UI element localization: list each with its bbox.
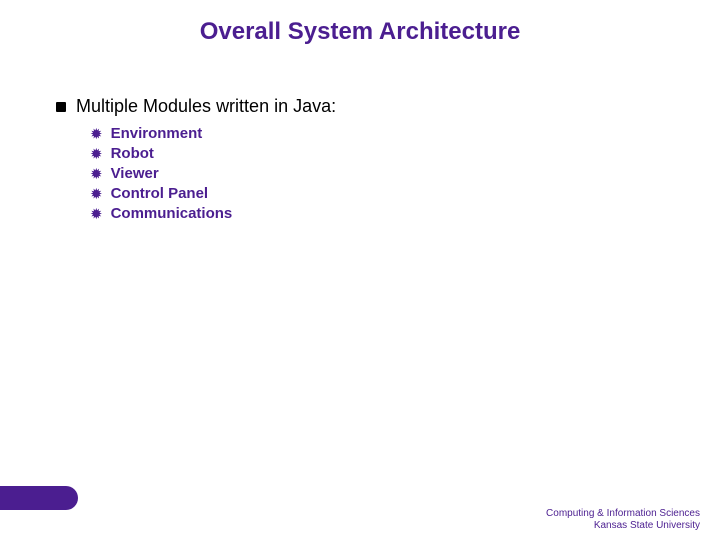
star-bullet-icon: ✹ [90,187,103,202]
footer-line-2: Kansas State University [546,520,700,532]
list-item-text: Environment [111,125,203,142]
star-bullet-icon: ✹ [90,207,103,222]
list-item-text: Multiple Modules written in Java: [76,96,336,117]
list-item-level2: ✹ Environment [90,125,656,142]
list-item-text: Robot [111,145,154,162]
star-bullet-icon: ✹ [90,147,103,162]
list-item-text: Viewer [111,165,159,182]
slide-title: Overall System Architecture [0,18,720,46]
list-item-level2: ✹ Viewer [90,165,656,182]
star-bullet-icon: ✹ [90,167,103,182]
slide: Overall System Architecture Multiple Mod… [0,0,720,540]
list-item-level2: ✹ Robot [90,145,656,162]
sublist: ✹ Environment ✹ Robot ✹ Viewer ✹ Control… [90,125,656,222]
footer-line-1: Computing & Information Sciences [546,508,700,520]
list-item-text: Communications [111,205,233,222]
list-item-level2: ✹ Control Panel [90,185,656,202]
list-item-text: Control Panel [111,185,209,202]
footer: Computing & Information Sciences Kansas … [546,508,700,532]
square-bullet-icon [56,102,66,112]
list-item-level1: Multiple Modules written in Java: [56,96,656,117]
footer-accent-bar [0,486,78,510]
list-item-level2: ✹ Communications [90,205,656,222]
star-bullet-icon: ✹ [90,127,103,142]
slide-body: Multiple Modules written in Java: ✹ Envi… [56,96,656,225]
